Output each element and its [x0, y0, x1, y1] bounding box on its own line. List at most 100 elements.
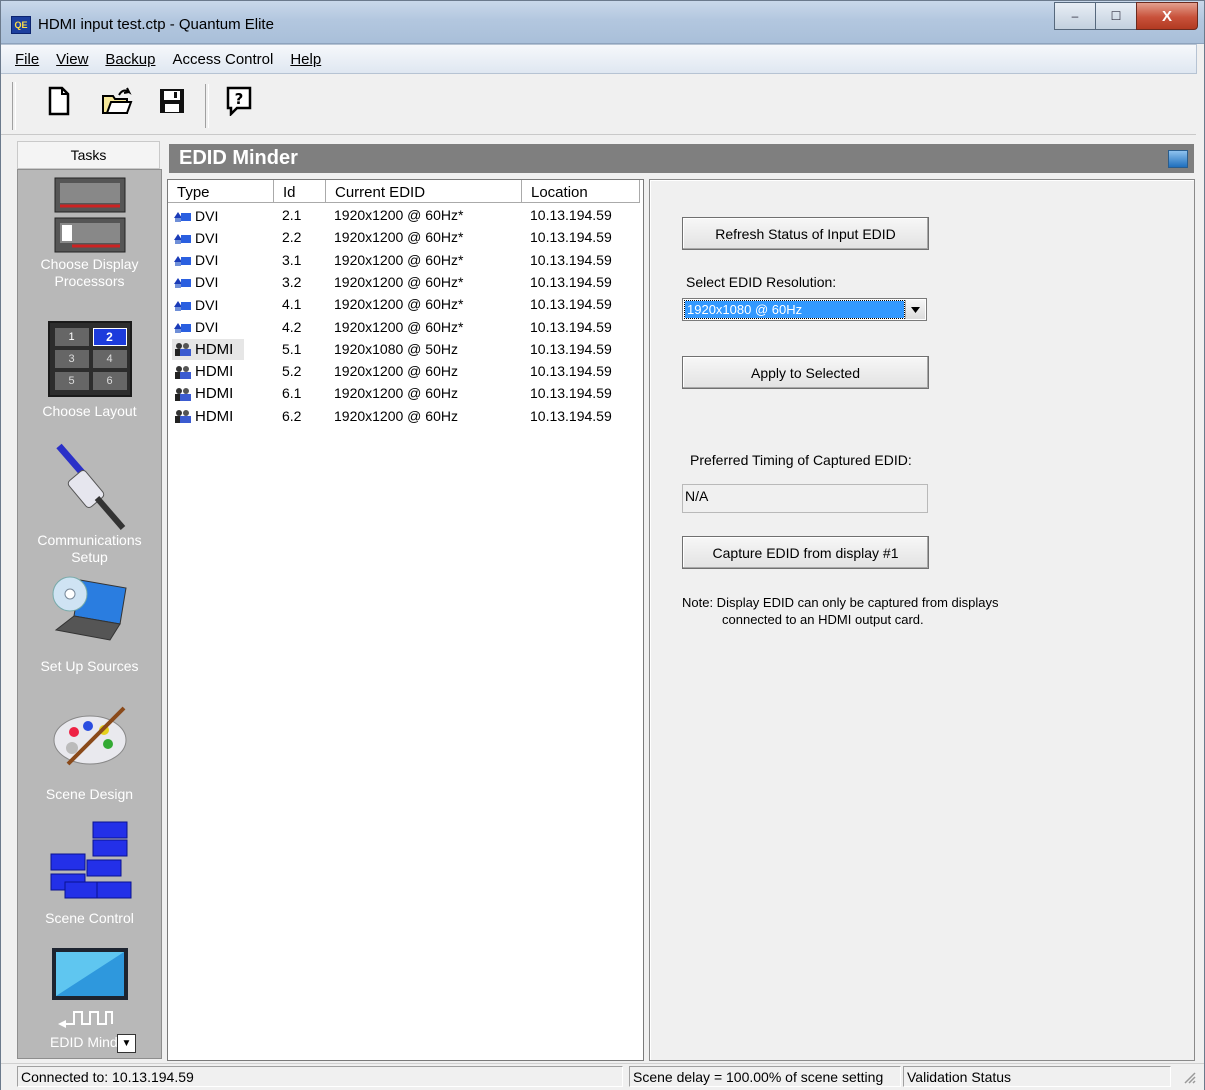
task-label: Communications Setup	[37, 532, 142, 565]
id-cell: 2.2	[282, 229, 302, 246]
type-label: DVI	[195, 252, 219, 269]
refresh-status-button[interactable]: Refresh Status of Input EDID	[682, 217, 929, 250]
palette-icon	[53, 706, 126, 766]
type-label: DVI	[195, 274, 219, 291]
resize-grip-icon[interactable]	[1182, 1070, 1196, 1084]
type-label: HDMI	[195, 363, 234, 381]
edid-cell: 1920x1080 @ 50Hz	[334, 340, 458, 357]
toolbar: ?	[1, 74, 1196, 135]
monitor-icon[interactable]	[1168, 150, 1188, 168]
open-button[interactable]	[101, 84, 133, 118]
table-row[interactable]: DVI 3.1 1920x1200 @ 60Hz* 10.13.194.59	[168, 250, 643, 272]
page-title: EDID Minder	[169, 144, 1194, 173]
connection-status: Connected to: 10.13.194.59	[17, 1066, 623, 1087]
location-cell: 10.13.194.59	[530, 407, 612, 424]
column-header-current-edid[interactable]: Current EDID	[326, 180, 522, 203]
task-scene-design[interactable]: Scene Design	[18, 704, 161, 803]
edid-cell: 1920x1200 @ 60Hz*	[334, 251, 464, 268]
type-cell: HDMI	[172, 338, 244, 360]
scene-delay-status: Scene delay = 100.00% of scene setting	[629, 1066, 901, 1087]
task-set-up-sources[interactable]: Set Up Sources	[18, 572, 161, 675]
capture-edid-button[interactable]: Capture EDID from display #1	[682, 536, 929, 569]
menu-help[interactable]: Help	[280, 51, 328, 68]
apply-to-selected-button[interactable]: Apply to Selected	[682, 356, 929, 389]
table-row[interactable]: DVI 4.2 1920x1200 @ 60Hz* 10.13.194.59	[168, 317, 643, 339]
maximize-button[interactable]: ☐	[1095, 2, 1137, 30]
title-bar[interactable]: QE HDMI input test.ctp - Quantum Elite –…	[1, 1, 1204, 44]
type-cell: DVI	[172, 294, 244, 315]
layout-cell: 4	[92, 350, 127, 368]
table-row[interactable]: HDMI 6.2 1920x1200 @ 60Hz 10.13.194.59	[168, 406, 643, 428]
display-processors-icon	[54, 177, 125, 253]
save-disk-icon	[160, 89, 184, 113]
column-header-id[interactable]: Id	[274, 180, 326, 203]
id-cell: 3.1	[282, 251, 302, 268]
location-cell: 10.13.194.59	[530, 273, 612, 290]
menu-access-control[interactable]: Access Control	[162, 51, 280, 68]
table-row[interactable]: HDMI 6.1 1920x1200 @ 60Hz 10.13.194.59	[168, 383, 643, 405]
table-row[interactable]: DVI 2.2 1920x1200 @ 60Hz* 10.13.194.59	[168, 227, 643, 249]
task-label: Choose Display	[40, 256, 139, 272]
scene-windows-icon	[50, 821, 131, 899]
table-row[interactable]: DVI 4.1 1920x1200 @ 60Hz* 10.13.194.59	[168, 294, 643, 316]
task-label: Choose Layout	[42, 403, 137, 419]
communications-plug-icon	[55, 443, 125, 530]
edid-cell: 1920x1200 @ 60Hz*	[334, 207, 464, 223]
table-row[interactable]: DVI 3.2 1920x1200 @ 60Hz* 10.13.194.59	[168, 272, 643, 294]
close-button[interactable]: X	[1136, 2, 1198, 30]
minimize-button[interactable]: –	[1054, 2, 1096, 30]
layout-cell: 3	[54, 350, 89, 368]
type-label: DVI	[195, 319, 219, 335]
preferred-timing-label: Preferred Timing of Captured EDID:	[690, 452, 912, 468]
task-choose-display-processors[interactable]: Choose Display Processors	[18, 176, 161, 290]
id-cell: 2.1	[282, 207, 302, 223]
validation-status: Validation Status	[903, 1066, 1171, 1087]
type-label: HDMI	[195, 340, 234, 358]
new-document-button[interactable]	[43, 84, 75, 118]
task-label: Scene Control	[45, 910, 134, 926]
edid-list[interactable]: Type Id Current EDID Location DVI 2.1 1920…	[167, 179, 644, 1061]
menu-backup[interactable]: Backup	[95, 51, 162, 68]
task-scene-control[interactable]: Scene Control	[18, 820, 161, 927]
tasks-header: Tasks	[17, 141, 160, 169]
type-cell: DVI	[172, 250, 244, 271]
toolbar-grip[interactable]	[12, 82, 16, 130]
chevron-down-icon[interactable]	[905, 300, 925, 319]
id-cell: 4.1	[282, 296, 302, 313]
edid-cell: 1920x1200 @ 60Hz	[334, 385, 458, 402]
id-cell: 3.2	[282, 273, 302, 290]
type-cell: HDMI	[172, 361, 244, 382]
location-cell: 10.13.194.59	[530, 318, 612, 335]
menu-file[interactable]: File	[1, 51, 46, 68]
location-cell: 10.13.194.59	[530, 229, 612, 246]
layout-cell: 2	[92, 328, 127, 346]
task-edid-minder[interactable]: EDID Minder	[18, 946, 161, 1051]
location-cell: 10.13.194.59	[530, 385, 612, 402]
table-row[interactable]: HDMI 5.2 1920x1200 @ 60Hz 10.13.194.59	[168, 361, 643, 383]
window-title: HDMI input test.ctp - Quantum Elite	[38, 16, 274, 33]
save-button[interactable]	[156, 84, 188, 118]
column-header-location[interactable]: Location	[522, 180, 640, 203]
type-cell: DVI	[172, 317, 244, 338]
table-row[interactable]: DVI 2.1 1920x1200 @ 60Hz* 10.13.194.59	[168, 205, 643, 227]
open-folder-icon	[102, 87, 133, 114]
menu-view[interactable]: View	[46, 51, 95, 68]
column-header-type[interactable]: Type	[168, 180, 274, 203]
type-label: HDMI	[195, 385, 234, 403]
location-cell: 10.13.194.59	[530, 340, 612, 357]
id-cell: 6.1	[282, 385, 302, 402]
edid-cell: 1920x1200 @ 60Hz	[334, 363, 458, 380]
type-label: DVI	[195, 229, 219, 246]
table-row[interactable]: HDMI 5.1 1920x1080 @ 50Hz 10.13.194.59	[168, 338, 643, 361]
edid-cell: 1920x1200 @ 60Hz*	[334, 229, 464, 246]
edid-cell: 1920x1200 @ 60Hz*	[334, 273, 464, 290]
tasks-dropdown-arrow[interactable]: ▼	[117, 1034, 136, 1053]
edid-cell: 1920x1200 @ 60Hz	[334, 407, 458, 424]
task-choose-layout[interactable]: 1 2 3 4 5 6 Choose Layout	[18, 321, 161, 420]
help-button[interactable]: ?	[223, 84, 255, 118]
resolution-select-value: 1920x1080 @ 60Hz	[684, 300, 905, 319]
type-label: DVI	[195, 207, 219, 224]
task-communications-setup[interactable]: Communications Setup	[18, 442, 161, 566]
app-icon: QE	[11, 16, 31, 34]
resolution-select[interactable]: 1920x1080 @ 60Hz	[682, 298, 927, 321]
